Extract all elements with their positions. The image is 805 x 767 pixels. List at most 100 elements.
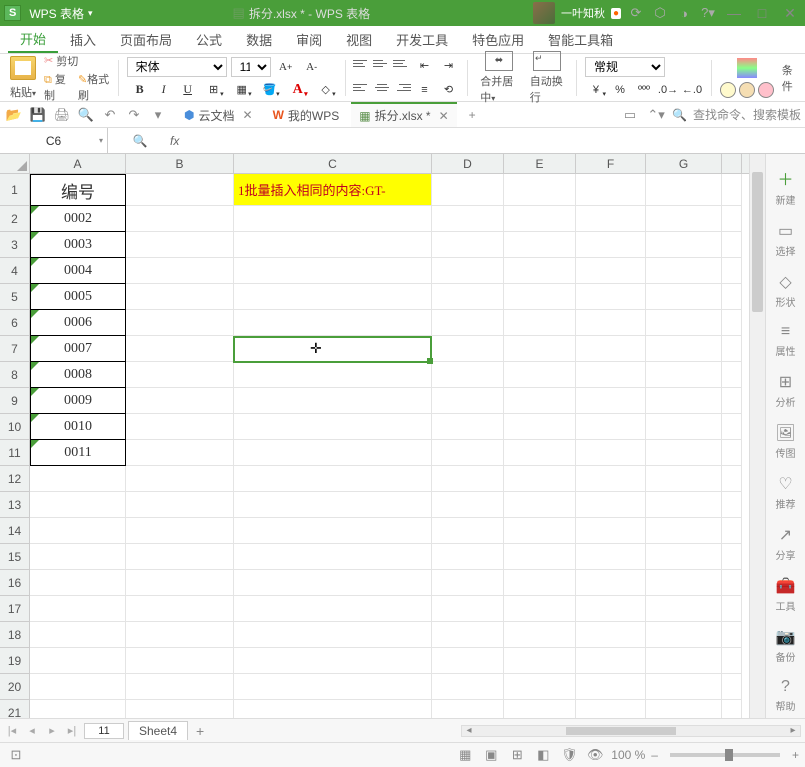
cell[interactable]: [126, 388, 234, 414]
cell[interactable]: [126, 570, 234, 596]
zoom-in-button[interactable]: +: [792, 748, 799, 762]
cell[interactable]: [30, 700, 126, 718]
cell[interactable]: [646, 674, 722, 700]
cell[interactable]: [576, 206, 646, 232]
cell[interactable]: [646, 258, 722, 284]
number-format-select[interactable]: 常规: [585, 57, 665, 77]
cell[interactable]: 0011: [30, 440, 126, 466]
cell-bg-button[interactable]: ▦▾: [231, 81, 253, 99]
cell[interactable]: [30, 622, 126, 648]
cell[interactable]: [722, 284, 742, 310]
cell[interactable]: 0002: [30, 206, 126, 232]
cell[interactable]: [30, 492, 126, 518]
cell[interactable]: [234, 622, 432, 648]
cell[interactable]: [126, 674, 234, 700]
formula-zoom-icon[interactable]: 🔍: [118, 134, 162, 148]
cell[interactable]: [576, 674, 646, 700]
cell[interactable]: [504, 674, 576, 700]
cell[interactable]: [646, 362, 722, 388]
row-header[interactable]: 6: [0, 310, 30, 336]
cell[interactable]: [646, 544, 722, 570]
cell[interactable]: [722, 258, 742, 284]
cell[interactable]: [576, 466, 646, 492]
cell[interactable]: [432, 336, 504, 362]
row-header[interactable]: 20: [0, 674, 30, 700]
print-button[interactable]: 🖨: [52, 105, 72, 125]
cell[interactable]: [234, 388, 432, 414]
cell[interactable]: [126, 440, 234, 466]
cell[interactable]: [432, 648, 504, 674]
cell[interactable]: [504, 336, 576, 362]
cell[interactable]: [576, 492, 646, 518]
view-normal-button[interactable]: ▦: [455, 747, 475, 763]
cell[interactable]: [722, 206, 742, 232]
cell[interactable]: [234, 700, 432, 718]
view-reading-button[interactable]: ◧: [533, 747, 553, 763]
cell[interactable]: [646, 174, 722, 206]
col-header-A[interactable]: A: [30, 154, 126, 173]
cell[interactable]: [646, 336, 722, 362]
status-mode-icon[interactable]: ⊡: [6, 747, 26, 763]
tab-home[interactable]: 开始: [8, 26, 58, 53]
cell[interactable]: [722, 414, 742, 440]
cell[interactable]: [646, 310, 722, 336]
window-close[interactable]: ✕: [779, 5, 801, 22]
row-header[interactable]: 10: [0, 414, 30, 440]
cell[interactable]: [722, 622, 742, 648]
cell[interactable]: [504, 544, 576, 570]
sidepanel-item-推荐[interactable]: ♡推荐: [776, 474, 796, 511]
row-header[interactable]: 7: [0, 336, 30, 362]
sidepanel-item-备份[interactable]: 📷备份: [776, 627, 796, 664]
preview-button[interactable]: 🔍: [76, 105, 96, 125]
cell[interactable]: 0006: [30, 310, 126, 336]
sidepanel-item-帮助[interactable]: ?帮助: [776, 678, 796, 713]
spreadsheet-grid[interactable]: A B C D E F G 1编号1批量插入相同的内容:GT-200023000…: [0, 154, 749, 718]
cell[interactable]: 0003: [30, 232, 126, 258]
cell[interactable]: [646, 648, 722, 674]
cell[interactable]: [432, 284, 504, 310]
col-header-D[interactable]: D: [432, 154, 504, 173]
undo-button[interactable]: ↶: [100, 105, 120, 125]
cell[interactable]: [126, 310, 234, 336]
cell[interactable]: [234, 362, 432, 388]
col-header-G[interactable]: G: [646, 154, 722, 173]
cell[interactable]: [126, 622, 234, 648]
cell[interactable]: [576, 284, 646, 310]
cell[interactable]: [432, 258, 504, 284]
row-header[interactable]: 8: [0, 362, 30, 388]
cell[interactable]: [234, 258, 432, 284]
grow-font-button[interactable]: A+: [275, 58, 297, 76]
cell[interactable]: [432, 622, 504, 648]
cell[interactable]: [576, 648, 646, 674]
row-header[interactable]: 5: [0, 284, 30, 310]
col-header-C[interactable]: C: [234, 154, 432, 173]
sidepanel-item-分享[interactable]: ↗分享: [776, 525, 796, 562]
cell[interactable]: [432, 414, 504, 440]
fx-button[interactable]: fx: [170, 134, 179, 148]
row-header[interactable]: 9: [0, 388, 30, 414]
shrink-font-button[interactable]: A-: [301, 58, 323, 76]
cell[interactable]: [126, 206, 234, 232]
cell[interactable]: [126, 518, 234, 544]
cell[interactable]: [576, 362, 646, 388]
cell[interactable]: [234, 674, 432, 700]
view-protect-icon[interactable]: 🛡: [559, 747, 579, 763]
name-box[interactable]: C6▾: [0, 128, 108, 153]
cell[interactable]: [504, 570, 576, 596]
cell[interactable]: [234, 544, 432, 570]
open-button[interactable]: 📂: [4, 105, 24, 125]
zoom-out-button[interactable]: –: [651, 748, 658, 762]
cell[interactable]: [646, 622, 722, 648]
cell[interactable]: [30, 544, 126, 570]
row-header[interactable]: 2: [0, 206, 30, 232]
cell[interactable]: 0010: [30, 414, 126, 440]
sidepanel-item-新建[interactable]: ＋新建: [776, 166, 796, 207]
cell[interactable]: [576, 622, 646, 648]
user-avatar[interactable]: [533, 2, 555, 24]
align-center-button[interactable]: [373, 81, 391, 95]
cell[interactable]: [646, 700, 722, 718]
cell[interactable]: [234, 336, 432, 362]
sheet-nav-first[interactable]: |◂: [4, 724, 20, 737]
sidepanel-item-传图[interactable]: 🖼传图: [775, 423, 795, 460]
cell[interactable]: [722, 596, 742, 622]
